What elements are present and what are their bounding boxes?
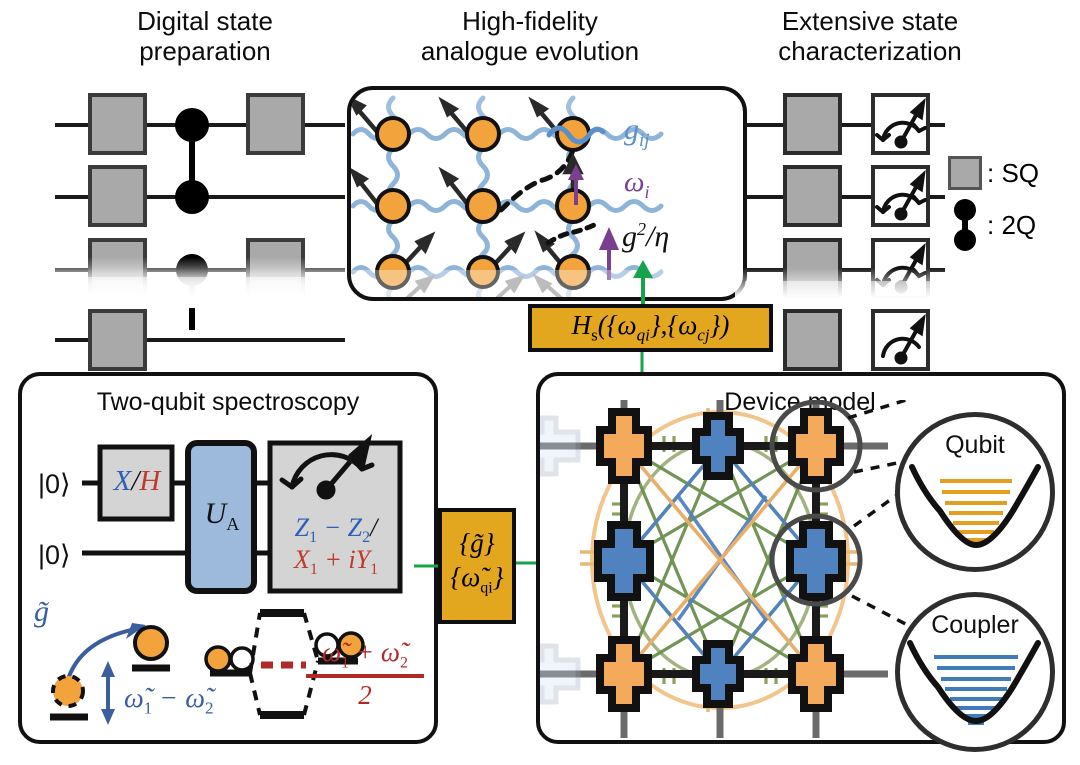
legend-row-sq: : SQ <box>948 150 1078 196</box>
mean-frequency-bar <box>306 674 424 679</box>
hamiltonian-formula: Hs({ωqi},{ωcj}) <box>571 310 730 345</box>
hamiltonian-box: Hs({ωqi},{ωcj}) <box>528 304 773 352</box>
analogue-legend: gij ωi g2/η <box>545 108 743 260</box>
header-line1: High-fidelity <box>462 6 598 36</box>
legend-sq-label: : SQ <box>987 157 1040 188</box>
coupler-potential-well <box>907 640 1041 725</box>
qubit-inset-label: Qubit <box>945 431 1005 459</box>
svg-text:|0⟩: |0⟩ <box>38 540 71 570</box>
blue-wave-icon <box>546 125 606 145</box>
mean-frequency-denominator: 2 <box>358 680 372 711</box>
header-analogue-evolution: High-fidelity analogue evolution <box>370 6 690 66</box>
lattice-qubit <box>596 408 652 484</box>
state-characterization-circuit <box>745 85 945 371</box>
header-line2: analogue evolution <box>420 36 640 66</box>
mean-frequency-label: ω̃1 + ω̃2 2 <box>300 637 430 711</box>
svg-text:|0⟩: |0⟩ <box>38 469 71 499</box>
green-arrow-left-in <box>414 564 438 568</box>
black-dashed-icon <box>545 221 599 246</box>
detuning-label: ω̃1 − ω̃2 <box>124 683 214 718</box>
analogue-evolution-box: gij ωi g2/η <box>347 86 747 301</box>
legend-row-coupling: gij <box>546 108 743 156</box>
header-line2: preparation <box>139 36 271 66</box>
circuit-svg <box>0 93 350 371</box>
transfer-line1: {g̃} <box>459 528 495 559</box>
coupler-inset: Coupler <box>895 592 1055 752</box>
qubit-potential-well <box>909 464 1041 549</box>
two-dot-barbell-icon <box>954 199 976 251</box>
prep-gate-label: X/H <box>113 465 161 497</box>
gate-legend: : SQ : 2Q <box>948 150 1078 254</box>
purple-arrow-icon <box>568 164 584 205</box>
header-digital-state-preparation: Digital state preparation <box>60 6 350 66</box>
coupling-gtilde-label: g̃ <box>34 595 49 628</box>
legend-row-frequency: ωi <box>546 156 743 212</box>
mean-frequency-numerator: ω̃1 + ω̃2 <box>322 637 408 672</box>
spectroscopy-title: Two-qubit spectroscopy <box>96 388 360 416</box>
legend-label-nonlinear: g2/η <box>622 218 670 253</box>
legend-label-frequency: ωi <box>624 165 650 202</box>
legend-label-coupling: gij <box>624 112 650 151</box>
qubit-inset: Qubit <box>895 412 1055 572</box>
header-line2: characterization <box>778 36 962 66</box>
level-diagram: g̃ ω̃1 − ω̃2 ω̃1 + ω̃2 2 <box>28 595 428 740</box>
transfer-line2: {ω̃qi} <box>450 562 504 597</box>
unitary-gate-label: UA <box>204 497 240 534</box>
transfer-parameters-box: {g̃} {ω̃qi} <box>438 508 516 624</box>
green-arrow-vertical-link <box>466 352 488 512</box>
legend-2q-label: : 2Q <box>987 209 1037 240</box>
measurement-circuit-svg <box>745 93 945 371</box>
header-state-characterization: Extensive state characterization <box>725 6 1015 66</box>
spectroscopy-circuit: |0⟩ |0⟩ X/H UA Z1 − Z2/ X1 + iY1 <box>30 425 430 615</box>
coupler-inset-label: Coupler <box>931 611 1019 639</box>
measure-observable-line2: X1 + iY1 <box>293 545 379 579</box>
legend-row-2q: : 2Q <box>948 196 1078 254</box>
digital-preparation-circuit <box>0 85 350 371</box>
green-arrow-up <box>633 260 653 308</box>
figure-canvas: Digital state preparation High-fidelity … <box>0 0 1080 765</box>
measure-observable-line1: Z1 − Z2/ <box>294 513 378 547</box>
header-line1: Extensive state <box>781 6 959 36</box>
legend-row-nonlinear: g2/η <box>545 212 743 260</box>
green-line-hamiltonian-to-device <box>640 352 644 374</box>
header-line1: Digital state <box>137 6 273 36</box>
grey-square-icon <box>948 156 982 190</box>
